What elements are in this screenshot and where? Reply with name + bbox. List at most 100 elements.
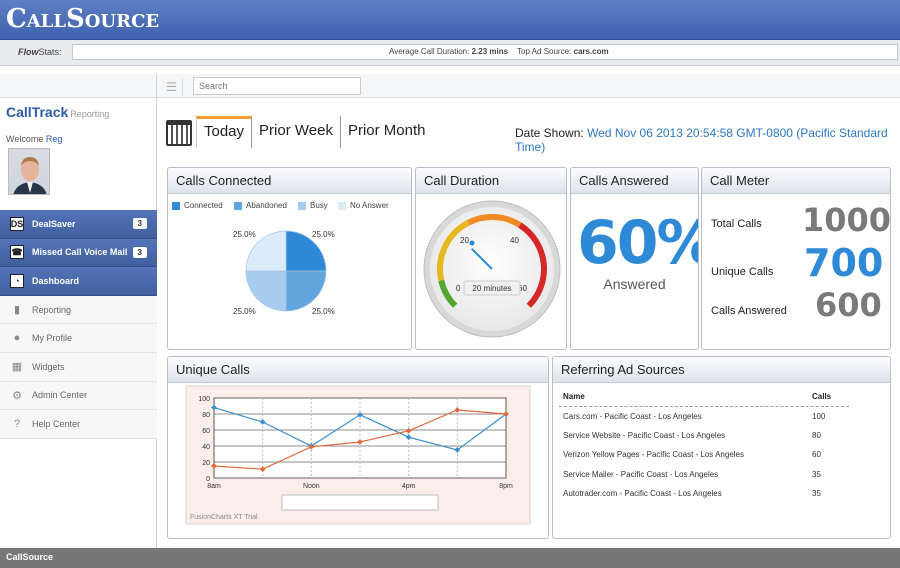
calls-connected-pie [245,230,327,312]
header-divider [559,406,849,407]
meter-label: Total Calls [711,218,762,230]
meter-label: Unique Calls [711,266,774,278]
flowstats-bar: FlowStats: Average Call Duration: 2.23 m… [0,40,900,66]
avg-call-duration: Average Call Duration: 2.23 mins [389,47,509,56]
bar-chart-icon: ▮ [13,304,21,317]
tab-prior-week[interactable]: Prior Week [252,116,341,148]
ad-source-calls: 60 [812,450,821,460]
answered-percent: 60% [577,208,698,278]
phone-icon: ☎ [10,245,24,260]
pie-label: 25.0% [233,307,256,316]
ad-source-name: Service Website - Pacific Coast - Los An… [563,431,726,441]
panel-title: Calls Connected [168,168,411,194]
avatar[interactable] [8,148,50,195]
flowstats-ticker: Average Call Duration: 2.23 mins Top Ad … [72,44,898,60]
call-meter-panel: Call Meter Total Calls 1000 Unique Calls… [701,167,891,350]
calltrack-title: CallTrack Reporting [6,104,110,120]
sidebar-item-label: Admin Center [32,390,88,401]
sidebar-topbar [0,74,156,98]
ad-source-calls: 35 [812,469,821,479]
ad-source-calls: 35 [812,488,821,498]
sidebar-item-label: Widgets [32,361,65,372]
panel-title: Call Meter [702,168,890,194]
column-header-name[interactable]: Name [563,392,585,401]
date-shown: Date Shown: Wed Nov 06 2013 20:54:58 GMT… [515,126,888,154]
panel-title: Calls Answered [571,168,698,194]
sidebar-item-admin-center[interactable]: ⚙ Admin Center [0,381,157,411]
app-header: CallSource [0,0,900,40]
app-footer: CallSource [0,548,900,568]
x-tick-label: 8pm [499,483,513,490]
calendar-icon [166,120,192,146]
ad-source-calls: 80 [812,431,821,441]
welcome-text: Welcome Reg [6,134,63,144]
gear-icon: ⚙ [12,389,22,402]
sidebar-item-missed-call-voice-mail[interactable]: ☎ Missed Call Voice Mail 3 [0,238,157,268]
duration-gauge: 0 20 40 60 20 minutes [423,200,561,338]
ad-source-name: Verizon Yellow Pages - Pacific Coast - L… [563,450,744,460]
help-icon: ? [13,417,21,430]
meter-value: 600 [815,286,882,324]
chart-watermark: FusionCharts XT Trial [190,514,258,521]
y-tick-label: 80 [202,412,210,419]
y-tick-label: 0 [206,476,210,483]
sidebar-item-label: DealSaver [32,218,76,229]
ad-source-name: Cars.com - Pacific Coast - Los Angeles [563,412,702,421]
gauge-tick: 0 [456,284,461,293]
sidebar: CallTrack Reporting Welcome Reg DS DealSa… [0,74,157,548]
y-tick-label: 40 [202,444,210,451]
sidebar-item-dealsaver[interactable]: DS DealSaver 3 [0,210,157,239]
y-tick-label: 20 [202,460,210,467]
meter-label: Calls Answered [711,305,787,317]
unique-calls-chart: 0204060801008amNoon4pm8pmAvg This Period… [185,385,531,525]
menu-toggle-icon[interactable]: ☰ [161,78,183,96]
gauge-icon: ◔ [10,273,24,288]
tab-today[interactable]: Today [196,116,253,148]
calls-connected-panel: Calls Connected Connected Abandoned Busy… [167,167,412,350]
meter-value: 700 [804,241,884,285]
sidebar-item-label: Reporting [32,304,72,315]
ds-icon: DS [10,216,24,231]
call-duration-panel: Call Duration 0 20 40 60 20 minutes [415,167,567,350]
calls-answered-panel: Calls Answered 60% Answered [570,167,699,350]
flowstats-label: FlowStats: [18,47,62,57]
panel-title: Referring Ad Sources [553,357,890,383]
count-badge: 3 [132,218,147,229]
user-name-link[interactable]: Reg [46,134,63,144]
search-input[interactable] [193,77,361,95]
tab-prior-month[interactable]: Prior Month [341,116,433,148]
ad-source-name: Autotrader.com - Pacific Coast - Los Ang… [563,488,722,498]
panel-title: Unique Calls [168,357,548,383]
sidebar-nav: DS DealSaver 3 ☎ Missed Call Voice Mail … [0,210,157,439]
sidebar-item-label: Dashboard [32,275,80,286]
x-tick-label: 4pm [402,483,416,490]
x-tick-label: 8am [207,483,221,490]
sidebar-item-my-profile[interactable]: ● My Profile [0,324,157,353]
gauge-readout: 20 minutes [472,284,511,293]
pie-slice [285,270,327,312]
answered-label: Answered [603,276,666,292]
unique-calls-panel: Unique Calls 0204060801008amNoon4pm8pmAv… [167,356,549,539]
panel-title: Call Duration [416,168,566,194]
grid-icon: ▦ [11,361,23,374]
column-header-calls[interactable]: Calls [812,392,831,401]
period-tabs: Today Prior Week Prior Month [166,116,432,148]
sidebar-item-label: My Profile [32,333,73,344]
sidebar-item-dashboard[interactable]: ◔ Dashboard [0,267,157,296]
referring-ad-sources-panel: Referring Ad Sources Name Calls Cars.com… [552,356,891,539]
ad-source-calls: 100 [812,412,826,421]
sidebar-item-label: Missed Call Voice Mail [32,247,128,258]
sidebar-item-reporting[interactable]: ▮ Reporting [0,295,157,325]
sidebar-item-widgets[interactable]: ▦ Widgets [0,352,157,382]
callsource-logo[interactable]: CallSource [6,4,159,34]
x-tick-label: Noon [303,483,320,490]
y-tick-label: 60 [202,428,210,435]
y-tick-label: 100 [198,396,210,403]
pie-label: 25.0% [233,230,256,239]
pie-label: 25.0% [312,307,335,316]
top-ad-source: Top Ad Source: cars.com [517,47,609,56]
sidebar-item-help-center[interactable]: ? Help Center [0,410,157,439]
pie-label: 25.0% [312,230,335,239]
user-icon: ● [13,332,21,345]
count-badge: 3 [132,246,147,258]
